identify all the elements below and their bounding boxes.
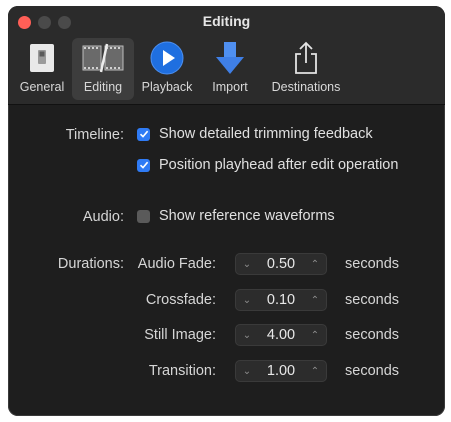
show-trimming-feedback-checkbox[interactable]	[137, 127, 150, 141]
still-image-stepper[interactable]: ⌄ 4.00 ⌃	[235, 324, 327, 346]
show-reference-waveforms-checkbox[interactable]	[137, 209, 150, 223]
toolbar: General Editing Playback Import Destinat…	[8, 38, 445, 100]
transition-value[interactable]: 1.00	[267, 363, 295, 379]
general-switch-icon	[30, 44, 54, 72]
durations-label: Durations:	[57, 256, 124, 272]
down-arrow-icon	[216, 42, 244, 74]
filmstrip-icon	[82, 43, 124, 73]
still-image-label: Still Image:	[144, 327, 216, 343]
chevron-up-icon[interactable]: ⌃	[310, 330, 320, 341]
audio-fade-unit: seconds	[345, 256, 400, 272]
tab-import-label: Import	[212, 80, 248, 94]
checkmark-icon	[139, 130, 148, 138]
transition-unit: seconds	[345, 363, 400, 379]
audio-label: Audio:	[82, 209, 124, 225]
still-image-unit: seconds	[345, 327, 400, 343]
chevron-up-icon[interactable]: ⌃	[310, 259, 320, 270]
chevron-down-icon[interactable]: ⌄	[242, 295, 252, 306]
crossfade-stepper[interactable]: ⌄ 0.10 ⌃	[235, 289, 327, 311]
still-image-value[interactable]: 4.00	[267, 327, 295, 343]
preferences-window: Editing General Editing Playback Import …	[8, 6, 445, 416]
checkmark-icon	[139, 161, 148, 169]
tab-destinations[interactable]: Destinations	[264, 38, 348, 100]
settings-pane: Timeline: Show detailed trimming feedbac…	[8, 105, 445, 416]
transition-stepper[interactable]: ⌄ 1.00 ⌃	[235, 360, 327, 382]
audio-fade-value[interactable]: 0.50	[267, 256, 295, 272]
tab-general-label: General	[19, 80, 65, 94]
crossfade-label: Crossfade:	[145, 292, 216, 308]
chevron-down-icon[interactable]: ⌄	[242, 366, 252, 377]
tab-playback-label: Playback	[141, 80, 193, 94]
position-playhead-checkbox[interactable]	[137, 158, 150, 172]
show-trimming-feedback-text: Show detailed trimming feedback	[159, 126, 373, 142]
tab-editing[interactable]: Editing	[72, 38, 134, 100]
chevron-up-icon[interactable]: ⌃	[310, 295, 320, 306]
title-bar: Editing General Editing Playback Import …	[8, 6, 445, 105]
chevron-up-icon[interactable]: ⌃	[310, 366, 320, 377]
crossfade-unit: seconds	[345, 292, 400, 308]
play-circle-icon	[150, 41, 184, 75]
share-icon	[295, 41, 317, 74]
show-trimming-feedback-option[interactable]: Show detailed trimming feedback	[137, 126, 373, 142]
show-reference-waveforms-text: Show reference waveforms	[159, 208, 335, 224]
tab-general[interactable]: General	[12, 38, 72, 100]
show-reference-waveforms-option[interactable]: Show reference waveforms	[137, 208, 335, 224]
tab-playback[interactable]: Playback	[134, 38, 200, 100]
chevron-down-icon[interactable]: ⌄	[242, 330, 252, 341]
tab-import[interactable]: Import	[202, 38, 258, 100]
audio-fade-label: Audio Fade:	[137, 256, 216, 272]
crossfade-value[interactable]: 0.10	[267, 292, 295, 308]
audio-fade-stepper[interactable]: ⌄ 0.50 ⌃	[235, 253, 327, 275]
position-playhead-option[interactable]: Position playhead after edit operation	[137, 157, 398, 173]
tab-destinations-label: Destinations	[271, 80, 341, 94]
timeline-label: Timeline:	[65, 127, 124, 143]
chevron-down-icon[interactable]: ⌄	[242, 259, 252, 270]
position-playhead-text: Position playhead after edit operation	[159, 157, 399, 173]
transition-label: Transition:	[148, 363, 216, 379]
tab-editing-label: Editing	[83, 80, 123, 94]
window-title: Editing	[202, 13, 251, 29]
